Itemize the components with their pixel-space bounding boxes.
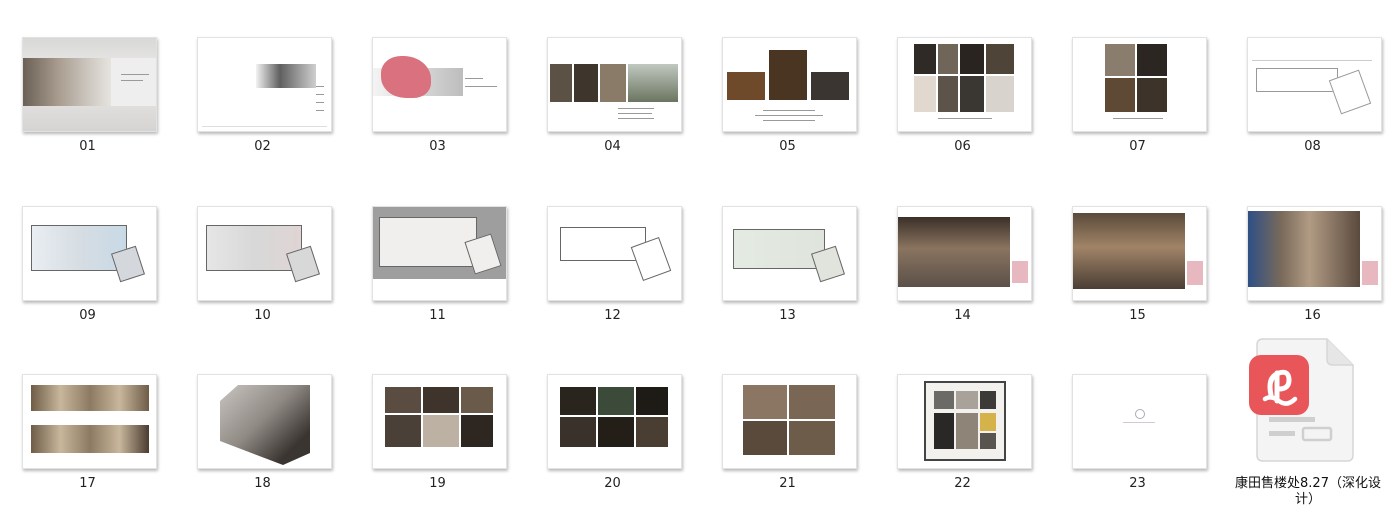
slide-preview — [372, 37, 507, 132]
thumbnail-03[interactable]: 03 — [350, 37, 525, 187]
thumbnail-label: 08 — [1304, 139, 1321, 154]
slide-preview — [197, 37, 332, 132]
thumbnail-label: 14 — [954, 308, 971, 323]
thumbnail-11[interactable]: 11 — [350, 206, 525, 356]
thumbnail-10[interactable]: 10 — [175, 206, 350, 356]
thumbnail-label: 18 — [254, 476, 271, 491]
thumbnail-23[interactable]: 23 — [1050, 374, 1225, 524]
thumbnail-label: 04 — [604, 139, 621, 154]
thumbnail-label: 19 — [429, 476, 446, 491]
slide-preview — [1247, 37, 1382, 132]
thumbnail-02[interactable]: 02 — [175, 37, 350, 187]
slide-preview — [897, 37, 1032, 132]
slide-preview — [22, 37, 157, 132]
thumbnail-22[interactable]: 22 — [875, 374, 1050, 524]
thumbnail-05[interactable]: 05 — [700, 37, 875, 187]
slide-preview — [1072, 374, 1207, 469]
slide-preview — [197, 206, 332, 301]
slide-preview — [547, 206, 682, 301]
thumbnail-label: 05 — [779, 139, 796, 154]
thumbnail-label: 02 — [254, 139, 271, 154]
thumbnail-label: 23 — [1129, 476, 1146, 491]
slide-preview — [1247, 206, 1382, 301]
thumbnail-15[interactable]: 15 — [1050, 206, 1225, 356]
slide-preview — [197, 374, 332, 469]
thumbnail-17[interactable]: 17 — [0, 374, 175, 524]
thumbnail-18[interactable]: 18 — [175, 374, 350, 524]
thumbnail-13[interactable]: 13 — [700, 206, 875, 356]
thumbnail-label: 07 — [1129, 139, 1146, 154]
thumbnail-16[interactable]: 16 — [1225, 206, 1389, 356]
thumbnail-label: 09 — [79, 308, 96, 323]
thumbnail-09[interactable]: 09 — [0, 206, 175, 356]
pdf-file-item[interactable]: 康田售楼处8.27（深化设计） — [1233, 335, 1383, 515]
thumbnail-19[interactable]: 19 — [350, 374, 525, 524]
slide-preview — [722, 206, 857, 301]
slide-preview — [547, 37, 682, 132]
slide-preview — [372, 206, 507, 301]
slide-preview — [372, 374, 507, 469]
thumbnail-20[interactable]: 20 — [525, 374, 700, 524]
slide-preview — [722, 374, 857, 469]
thumbnail-01[interactable]: 01 — [0, 37, 175, 187]
thumbnail-label: 20 — [604, 476, 621, 491]
thumbnail-14[interactable]: 14 — [875, 206, 1050, 356]
thumbnail-label: 10 — [254, 308, 271, 323]
slide-preview — [897, 374, 1032, 469]
thumbnail-label: 22 — [954, 476, 971, 491]
thumbnail-label: 21 — [779, 476, 796, 491]
thumbnail-21[interactable]: 21 — [700, 374, 875, 524]
pdf-file-icon — [1249, 337, 1359, 465]
slide-preview — [722, 37, 857, 132]
thumbnail-04[interactable]: 04 — [525, 37, 700, 187]
pdf-file-name: 康田售楼处8.27（深化设计） — [1235, 476, 1381, 507]
thumbnail-08[interactable]: 08 — [1225, 37, 1389, 187]
thumbnail-06[interactable]: 06 — [875, 37, 1050, 187]
thumbnail-12[interactable]: 12 — [525, 206, 700, 356]
slide-preview — [22, 206, 157, 301]
slide-preview — [1072, 37, 1207, 132]
thumbnail-label: 13 — [779, 308, 796, 323]
slide-preview — [547, 374, 682, 469]
thumbnail-label: 16 — [1304, 308, 1321, 323]
thumbnail-label: 17 — [79, 476, 96, 491]
thumbnail-label: 03 — [429, 139, 446, 154]
thumbnail-label: 01 — [79, 139, 96, 154]
slide-preview — [22, 374, 157, 469]
thumbnail-07[interactable]: 07 — [1050, 37, 1225, 187]
thumbnail-label: 15 — [1129, 308, 1146, 323]
slide-preview — [897, 206, 1032, 301]
thumbnail-label: 12 — [604, 308, 621, 323]
thumbnail-label: 11 — [429, 308, 446, 323]
thumbnail-label: 06 — [954, 139, 971, 154]
slide-preview — [1072, 206, 1207, 301]
